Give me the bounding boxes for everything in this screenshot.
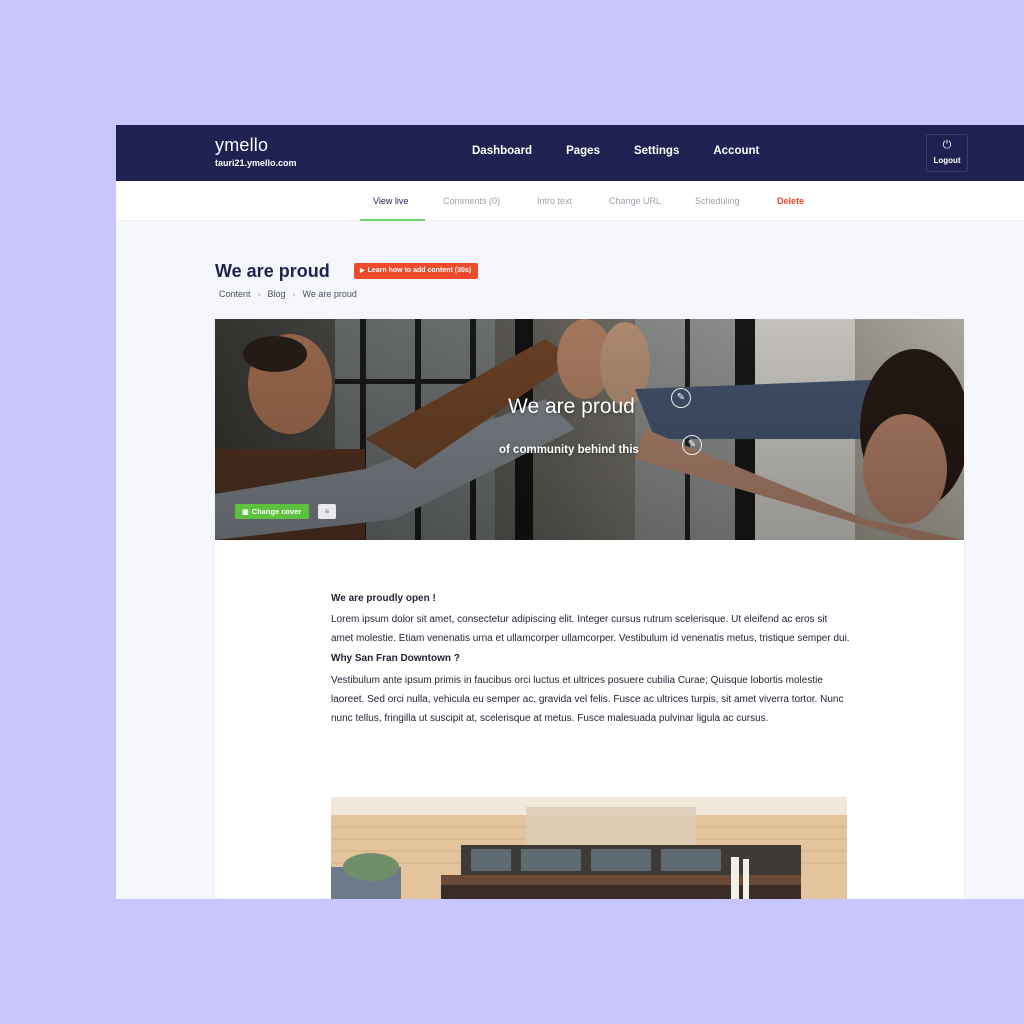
article-paragraph: Lorem ipsum dolor sit amet, consectetur … [331, 614, 850, 644]
storefront-photo [331, 797, 847, 899]
content-card: We are proud ✎ of community behind this … [215, 319, 964, 899]
breadcrumb-current: We are proud [302, 289, 357, 299]
article-heading: We are proudly open ! [331, 593, 436, 604]
chevron-right-icon: › [292, 289, 296, 299]
breadcrumb-blog[interactable]: Blog [268, 289, 286, 299]
page-title: We are proud [215, 261, 330, 281]
cover-title: We are proud [508, 395, 635, 418]
active-tab-indicator [360, 219, 425, 221]
page-tabs: View live Comments (0) Intro text Change… [116, 181, 1024, 221]
nav-account[interactable]: Account [713, 145, 759, 157]
image-icon: ▣ [242, 509, 249, 516]
main-nav: Dashboard Pages Settings Account [472, 145, 793, 157]
app-window: ymello tauri21.ymello.com Dashboard Page… [116, 125, 1024, 899]
article-body: We are proudly open ! Lorem ipsum dolor … [331, 592, 851, 728]
brand[interactable]: ymello tauri21.ymello.com [215, 135, 297, 170]
tab-scheduling[interactable]: Scheduling [695, 196, 740, 206]
cover-subtitle: of community behind this [499, 444, 639, 456]
nav-pages[interactable]: Pages [566, 145, 600, 157]
change-cover-button[interactable]: ▣ Change cover [235, 504, 310, 519]
logout-label: Logout [933, 156, 961, 165]
tab-comments[interactable]: Comments (0) [443, 196, 500, 206]
nav-dashboard[interactable]: Dashboard [472, 145, 532, 157]
help-video-label: Learn how to add content (30s) [367, 267, 472, 274]
chevron-right-icon: › [257, 289, 261, 299]
article-paragraph: Vestibulum ante ipsum primis in faucibus… [331, 675, 844, 724]
logout-button[interactable]: ⏻ Logout [926, 134, 968, 172]
change-cover-label: Change cover [251, 507, 302, 516]
edit-subtitle-pencil-icon[interactable]: ✎ [682, 435, 702, 455]
tab-intro-text[interactable]: Intro text [537, 196, 572, 206]
tab-delete[interactable]: Delete [777, 196, 804, 206]
breadcrumb-content[interactable]: Content [219, 289, 251, 299]
top-navbar: ymello tauri21.ymello.com Dashboard Page… [116, 125, 1024, 181]
breadcrumb: Content › Blog › We are proud [219, 289, 357, 299]
nav-settings[interactable]: Settings [634, 145, 679, 157]
edit-title-pencil-icon[interactable]: ✎ [671, 388, 691, 408]
tab-change-url[interactable]: Change URL [609, 196, 661, 206]
help-video-button[interactable]: ▶ Learn how to add content (30s) [354, 263, 479, 279]
article-heading: Why San Fran Downtown ? [331, 653, 460, 664]
menu-icon[interactable]: ≡ [318, 504, 336, 519]
logout-icon: ⏻ [942, 139, 952, 151]
brand-logo: ymello [215, 135, 269, 155]
play-icon: ▶ [360, 268, 365, 274]
site-url: tauri21.ymello.com [215, 158, 297, 168]
cover-image: We are proud ✎ of community behind this … [215, 319, 964, 540]
article-image [331, 797, 847, 899]
tab-view-live[interactable]: View live [373, 196, 408, 206]
